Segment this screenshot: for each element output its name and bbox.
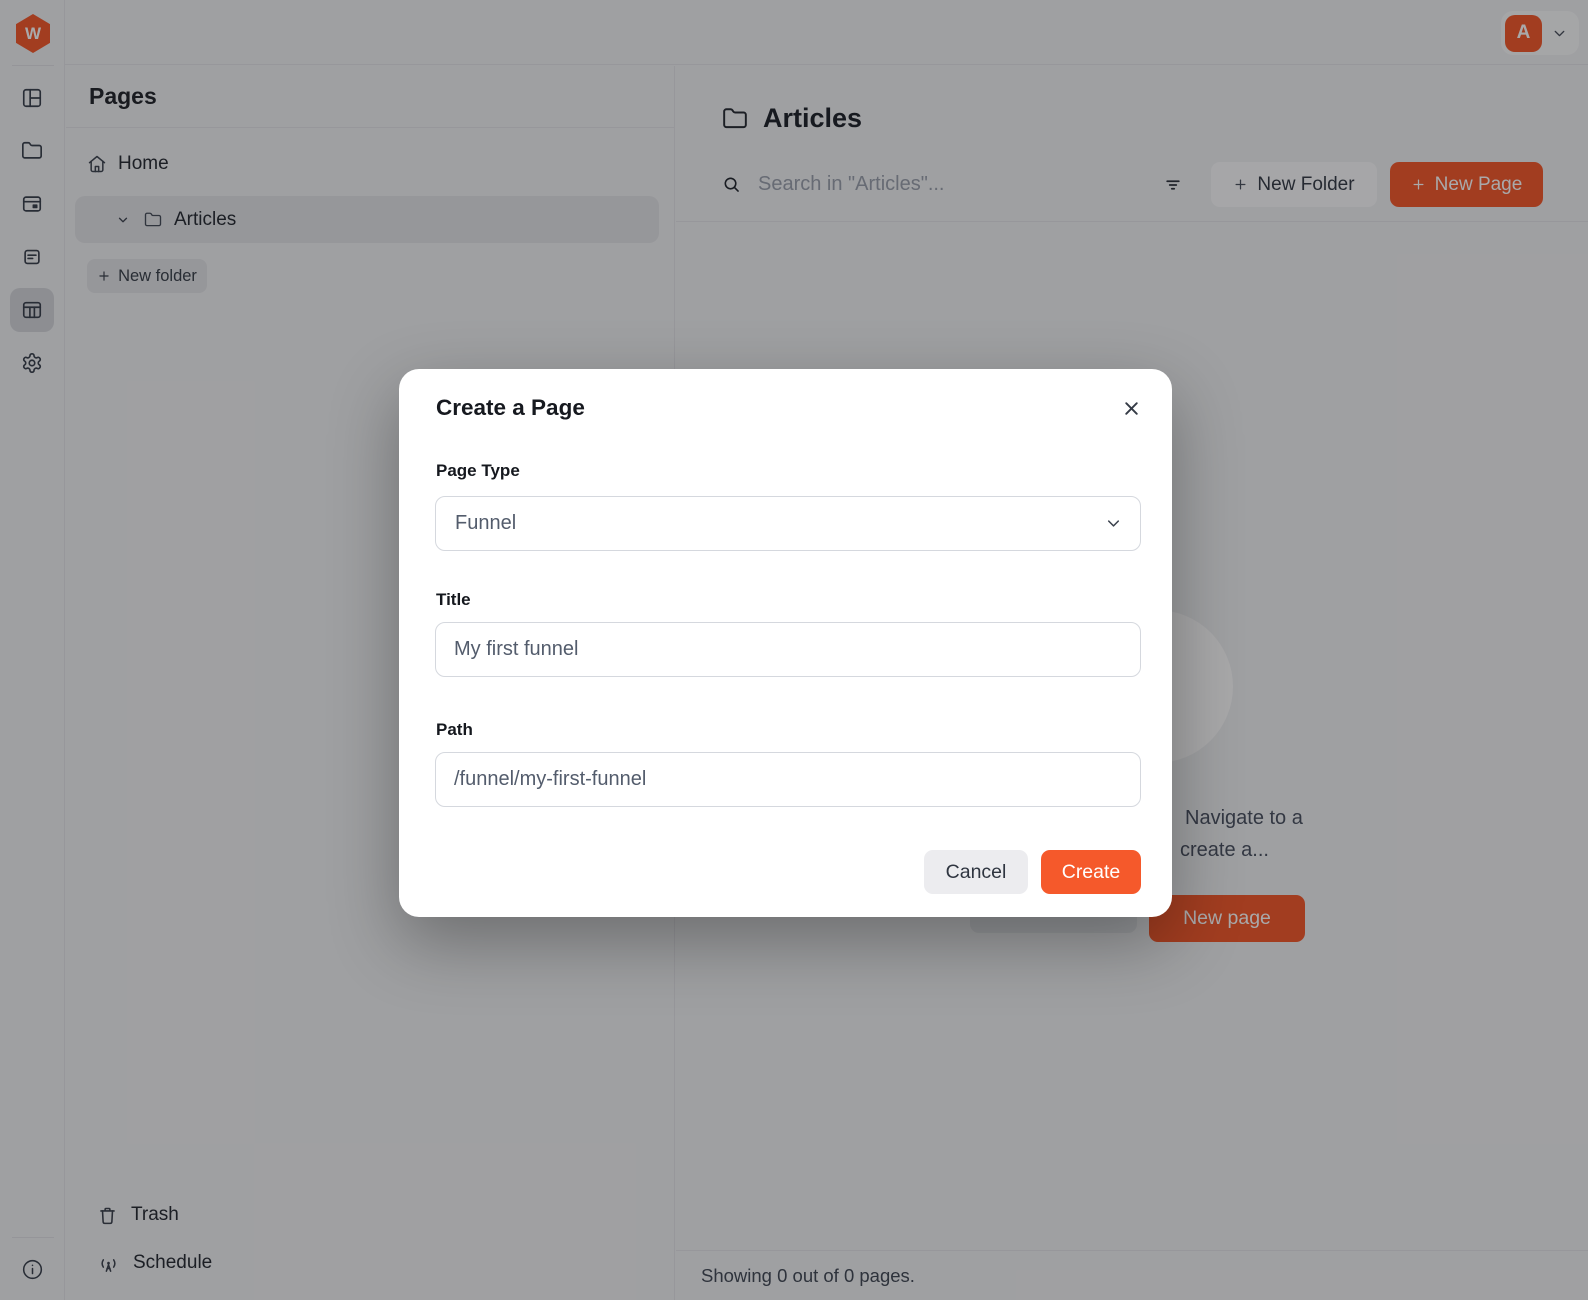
page-type-select[interactable]: Funnel xyxy=(435,496,1141,551)
chevron-down-icon xyxy=(1104,514,1123,533)
page-type-value: Funnel xyxy=(455,512,517,534)
title-label: Title xyxy=(436,590,471,609)
cancel-button[interactable]: Cancel xyxy=(924,850,1028,894)
path-input[interactable] xyxy=(435,752,1141,807)
app-window: A W Pages Home Articles New folder Trash… xyxy=(0,0,1588,1300)
path-label: Path xyxy=(436,720,473,739)
title-input[interactable] xyxy=(435,622,1141,677)
close-icon xyxy=(1120,397,1143,420)
page-type-label: Page Type xyxy=(436,461,520,480)
modal-title: Create a Page xyxy=(436,395,585,420)
close-button[interactable] xyxy=(1116,393,1146,423)
modal-actions: Cancel Create xyxy=(924,850,1141,894)
create-button[interactable]: Create xyxy=(1041,850,1141,894)
create-page-modal: Create a Page Page Type Funnel Title Pat… xyxy=(399,369,1172,917)
